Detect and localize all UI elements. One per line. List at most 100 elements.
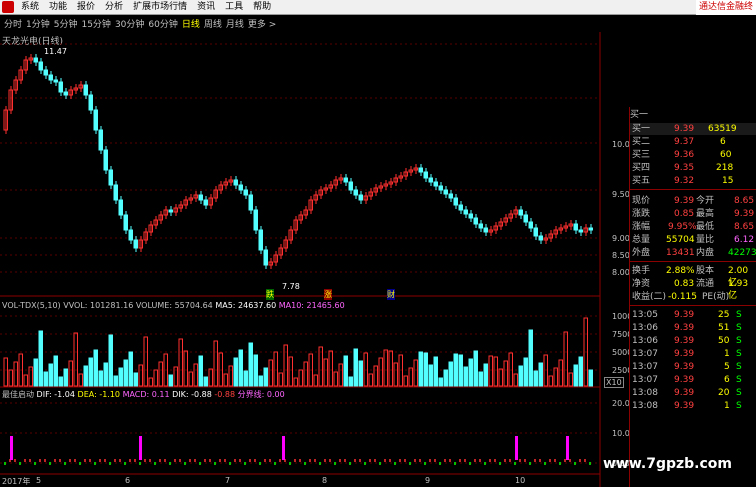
tick-time: 13:08 xyxy=(632,388,658,398)
volume-bar xyxy=(578,356,583,387)
quote-label: 涨跌 xyxy=(632,209,651,219)
quote-value: 0.83 xyxy=(674,279,695,289)
volume-bar xyxy=(423,352,428,387)
candle xyxy=(538,235,543,241)
candle xyxy=(258,229,263,251)
volume-bar xyxy=(48,363,53,387)
tick-row: 13:08 9.39 20 S xyxy=(630,387,756,399)
volume-bar xyxy=(333,371,338,387)
candle xyxy=(83,84,88,96)
date-label: 6 xyxy=(125,476,131,485)
volume-bar xyxy=(303,361,308,387)
tick-time: 13:08 xyxy=(632,401,658,411)
bid-row[interactable]: 买二 9.37 6 xyxy=(630,136,756,148)
volume-bar xyxy=(23,374,28,387)
volume-bar xyxy=(103,362,108,387)
volume-bar xyxy=(528,329,533,387)
volume-bar xyxy=(238,349,243,387)
price-axis-label: 8.50 xyxy=(612,251,630,260)
volume-bar xyxy=(228,365,233,387)
tick-side: S xyxy=(736,375,742,385)
candle xyxy=(343,177,348,183)
date-label: 2017年 xyxy=(2,477,31,486)
event-marker-up[interactable]: 涨 xyxy=(324,289,332,300)
tick-side: S xyxy=(736,401,742,411)
volume-bar xyxy=(278,372,283,387)
bid-row[interactable]: 买一 9.39 63519 xyxy=(630,123,756,135)
quote-row: 现价 9.39 今开 8.65 xyxy=(630,195,756,207)
volume-bar xyxy=(108,334,113,387)
macd-dif: DIF: -1.04 xyxy=(36,390,75,399)
volume-bar xyxy=(73,332,78,387)
low-price-label: 7.78 xyxy=(282,282,300,291)
quote-row: 涨幅 9.95% 最低 8.65 xyxy=(630,221,756,233)
quote-value: 8.65 xyxy=(734,196,755,206)
volume-bar xyxy=(403,375,408,387)
divider xyxy=(630,189,756,190)
volume-bar xyxy=(293,377,298,387)
volume-bar xyxy=(168,374,173,387)
candle xyxy=(438,185,443,191)
volume-bar xyxy=(548,375,553,387)
tick-side: S xyxy=(736,362,742,372)
signal-bar xyxy=(139,436,142,460)
volume-bar xyxy=(283,344,288,387)
watermark-text: www.7gpzb.com xyxy=(603,456,733,472)
volume-bar xyxy=(498,368,503,387)
vol-indicator-name[interactable]: VOL-TDX(5,10) xyxy=(2,301,61,310)
candle xyxy=(63,91,68,96)
tick-time: 13:07 xyxy=(632,375,658,385)
candle xyxy=(103,149,108,171)
bid-label: 买一 xyxy=(632,124,651,134)
macd-indicator-name[interactable]: 最佳启动 xyxy=(2,390,34,399)
volume-bar xyxy=(198,355,203,387)
volume-bar xyxy=(63,368,68,387)
candle xyxy=(243,189,248,196)
tick-price: 9.39 xyxy=(674,401,695,411)
macd-fenjie: 分界线: 0.00 xyxy=(237,390,285,399)
tick-volume: 1 xyxy=(724,401,730,411)
volume-bar xyxy=(433,356,438,387)
quote-label: 流通 xyxy=(696,279,715,289)
candle xyxy=(528,221,533,229)
volume-bar xyxy=(448,361,453,387)
tick-row: 13:07 9.39 5 S xyxy=(630,361,756,373)
volume-bar xyxy=(43,371,48,387)
volume-bar xyxy=(8,369,13,387)
tick-side: S xyxy=(736,388,742,398)
bid-price: 9.37 xyxy=(674,137,695,147)
bid-row[interactable]: 买五 9.32 15 xyxy=(630,175,756,187)
quote-value: -0.115 xyxy=(668,292,698,302)
quote-label: 最低 xyxy=(696,222,715,232)
volume-bar xyxy=(493,356,498,387)
volume-bar xyxy=(153,369,158,387)
bid-row[interactable]: 买四 9.35 218 xyxy=(630,162,756,174)
event-marker-finance[interactable]: 财 xyxy=(387,289,395,300)
tick-side: S xyxy=(736,323,742,333)
candle xyxy=(468,213,473,219)
volume-bar xyxy=(268,359,273,387)
volume-bar xyxy=(523,357,528,387)
volume-bar xyxy=(478,371,483,387)
order-book-header: 买一 xyxy=(630,110,649,120)
event-marker-down[interactable]: 跌 xyxy=(266,289,274,300)
candle xyxy=(458,204,463,211)
kline-chart[interactable] xyxy=(0,0,629,487)
volume-bar xyxy=(338,363,343,387)
volume-bar xyxy=(93,349,98,387)
date-label: 10 xyxy=(515,476,526,485)
candle xyxy=(123,214,128,231)
volume-bar xyxy=(33,358,38,387)
volume-bar xyxy=(138,364,143,387)
quote-label: 涨幅 xyxy=(632,222,651,232)
quote-label: 现价 xyxy=(632,196,651,206)
signal-bar xyxy=(10,436,13,460)
quote-row: 总量 55704 量比 6.12 xyxy=(630,234,756,246)
candle xyxy=(98,129,103,151)
candle xyxy=(58,81,63,93)
bid-row[interactable]: 买三 9.36 60 xyxy=(630,149,756,161)
date-label: 9 xyxy=(425,476,431,485)
volume-bar xyxy=(98,370,103,387)
tick-volume: 6 xyxy=(724,375,730,385)
divider xyxy=(630,305,756,306)
